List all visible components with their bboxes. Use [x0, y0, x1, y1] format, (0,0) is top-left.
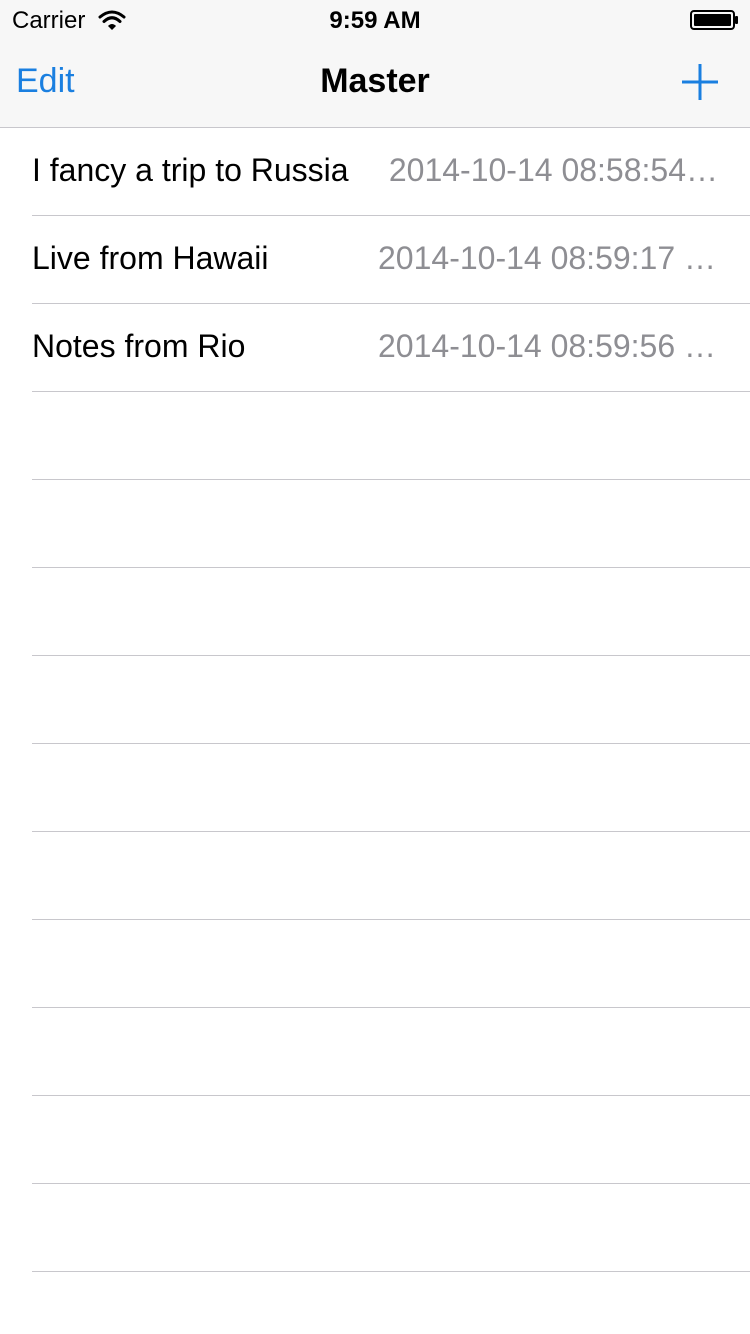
- row-title: Notes from Rio: [32, 328, 246, 364]
- empty-row: [0, 392, 750, 480]
- empty-row: [0, 1184, 750, 1272]
- row-detail: 2014-10-14 08:59:56 +0000: [378, 328, 718, 364]
- empty-row: [0, 1008, 750, 1096]
- top-bar: Carrier 9:59 AM Edit Master: [0, 0, 750, 128]
- status-bar: Carrier 9:59 AM: [0, 0, 750, 40]
- row-title: I fancy a trip to Russia: [32, 152, 349, 188]
- empty-row: [0, 1096, 750, 1184]
- table-row[interactable]: Live from Hawaii 2014-10-14 08:59:17 +00…: [0, 216, 750, 304]
- edit-button[interactable]: Edit: [16, 62, 75, 101]
- table-row[interactable]: I fancy a trip to Russia 2014-10-14 08:5…: [0, 128, 750, 216]
- row-detail: 2014-10-14 08:58:54…: [388, 152, 718, 188]
- empty-row: [0, 480, 750, 568]
- row-title: Live from Hawaii: [32, 240, 269, 276]
- status-time: 9:59 AM: [329, 7, 421, 34]
- empty-row: [0, 832, 750, 920]
- battery-icon: [690, 10, 738, 30]
- empty-row: [0, 568, 750, 656]
- empty-row: [0, 744, 750, 832]
- empty-row: [0, 656, 750, 744]
- table-row[interactable]: Notes from Rio 2014-10-14 08:59:56 +0000: [0, 304, 750, 392]
- master-table: I fancy a trip to Russia 2014-10-14 08:5…: [0, 128, 750, 1272]
- page-title: Master: [320, 62, 430, 100]
- empty-row: [0, 920, 750, 1008]
- navigation-bar: Edit Master: [0, 40, 750, 128]
- plus-icon[interactable]: [680, 62, 720, 102]
- row-detail: 2014-10-14 08:59:17 +0000: [378, 240, 718, 276]
